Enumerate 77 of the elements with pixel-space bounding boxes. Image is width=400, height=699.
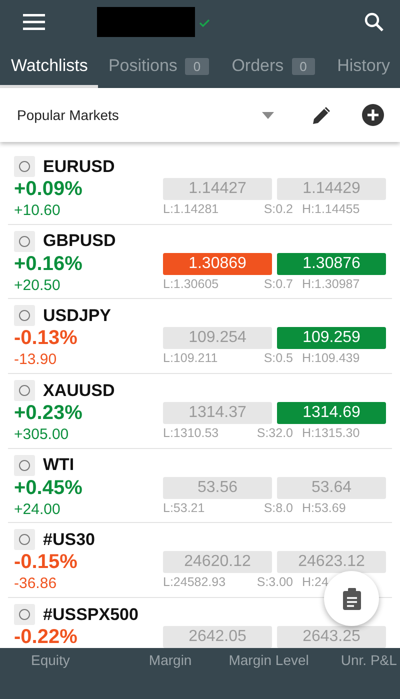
sell-price-button[interactable]: 1.30869 [163, 252, 272, 275]
symbol-name: GBPUSD [43, 231, 116, 252]
value-change: -36.86 [14, 574, 58, 594]
add-icon[interactable] [362, 104, 384, 126]
percent-change: +0.09% [14, 177, 84, 201]
low-value: L:1310.53 [163, 426, 220, 440]
spread-value: S:0.5 [264, 351, 293, 366]
account-metric-label: Margin Level [228, 652, 309, 668]
value-change: +20.50 [14, 276, 62, 295]
select-toggle[interactable] [14, 604, 35, 626]
spread-value: S:0.7 [264, 276, 293, 291]
search-icon[interactable] [364, 12, 384, 32]
check-icon [199, 19, 210, 27]
account-metric-label: Margin [148, 652, 192, 668]
buy-price-button[interactable]: 2643.25 [277, 626, 386, 648]
symbol-name: #USSPX500 [43, 604, 138, 625]
value-change: +10.60 [14, 201, 62, 220]
low-value: L:1.14281 [163, 202, 220, 216]
sell-price-button[interactable]: 1.14427 [163, 178, 272, 200]
high-value: H:1.14455 [302, 202, 361, 216]
clipboard-icon [342, 588, 360, 610]
percent-change: -0.22% [14, 625, 78, 648]
dropdown-caret-icon[interactable] [262, 112, 274, 118]
symbol-name: XAUUSD [43, 380, 115, 401]
account-metric-label: Unr. P&L [340, 652, 397, 668]
symbol-name: EURUSD [43, 156, 115, 176]
symbol-name: WTI [43, 455, 74, 476]
spread-value: S:32.0 [256, 426, 293, 440]
watchlist-name[interactable]: Popular Markets [17, 107, 119, 123]
low-value: L:53.21 [163, 500, 206, 515]
symbol-name: USDJPY [43, 306, 112, 326]
percent-change: +0.23% [14, 401, 84, 426]
high-value: H:1.30987 [302, 276, 361, 291]
sell-price-button[interactable]: 109.254 [163, 327, 272, 350]
count-badge: 0 [292, 58, 315, 74]
percent-change: +0.45% [14, 476, 84, 500]
sell-price-button[interactable]: 53.56 [163, 476, 272, 499]
pencil-icon[interactable] [312, 105, 332, 125]
buy-price-button[interactable]: 109.259 [277, 327, 386, 350]
account-metric-label: Equity [31, 652, 70, 668]
buy-price-button[interactable]: 1.14429 [277, 178, 386, 200]
select-toggle[interactable] [14, 156, 35, 177]
high-value: H:109.439 [302, 351, 361, 366]
spread-value: S:3.00 [256, 575, 293, 590]
high-value: H:24 [302, 575, 330, 590]
spread-value: S:0.2 [264, 202, 293, 216]
tab[interactable]: Watchlists [0, 44, 98, 88]
select-toggle[interactable] [14, 454, 35, 476]
sell-price-button[interactable]: 1314.37 [163, 402, 272, 424]
value-change: -13.90 [14, 350, 58, 370]
select-toggle[interactable] [14, 380, 35, 402]
count-badge: 0 [185, 58, 209, 74]
sell-price-button[interactable]: 24620.12 [163, 551, 272, 574]
sell-price-button[interactable]: 2642.05 [163, 626, 272, 648]
low-value: L:1.30605 [163, 276, 220, 291]
buy-price-button[interactable]: 53.64 [277, 476, 386, 499]
low-value: L:24582.93 [163, 575, 227, 590]
percent-change: +0.16% [14, 252, 84, 276]
select-toggle[interactable] [14, 529, 35, 550]
low-value: L:109.211 [163, 351, 219, 366]
buy-price-button[interactable]: 24623.12 [277, 551, 386, 574]
high-value: H:1315.30 [302, 426, 361, 440]
select-toggle[interactable] [14, 230, 35, 252]
tab[interactable]: Orders 0 [220, 44, 328, 88]
percent-change: -0.13% [14, 326, 78, 350]
value-change: +305.00 [14, 425, 70, 444]
buy-price-button[interactable]: 1.30876 [277, 252, 386, 275]
spread-value: S:8.0 [264, 500, 293, 515]
percent-change: -0.15% [14, 550, 78, 574]
value-change: +24.00 [14, 500, 62, 519]
high-value: H:53.69 [302, 500, 347, 515]
tab[interactable]: Positions 0 [98, 44, 221, 88]
symbol-name: #US30 [43, 530, 95, 550]
tab[interactable]: History [327, 44, 400, 88]
buy-price-button[interactable]: 1314.69 [277, 402, 386, 424]
select-toggle[interactable] [14, 305, 35, 326]
menu-icon[interactable] [23, 14, 45, 30]
